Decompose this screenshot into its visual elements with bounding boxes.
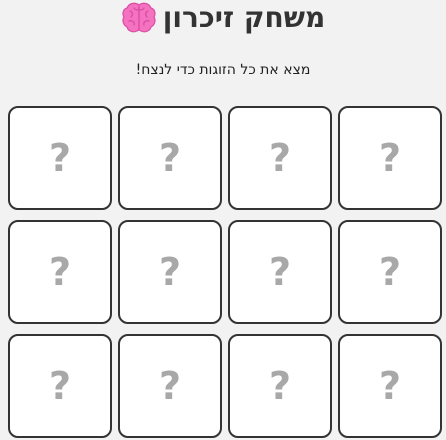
card-face: ? — [158, 364, 182, 408]
memory-card[interactable]: ? — [8, 106, 112, 210]
memory-game-page: משחק זיכרון מצא את כל הזוגות כדי לנצח! ?… — [0, 0, 446, 440]
memory-card[interactable]: ? — [118, 220, 222, 324]
card-face: ? — [378, 364, 402, 408]
card-face: ? — [268, 136, 292, 180]
memory-card[interactable]: ? — [118, 106, 222, 210]
card-face: ? — [378, 136, 402, 180]
card-face: ? — [48, 364, 72, 408]
card-face: ? — [48, 136, 72, 180]
card-face: ? — [48, 250, 72, 294]
card-face: ? — [268, 250, 292, 294]
card-face: ? — [378, 250, 402, 294]
instruction-text: מצא את כל הזוגות כדי לנצח! — [135, 62, 311, 78]
memory-card[interactable]: ? — [8, 220, 112, 324]
memory-card[interactable]: ? — [8, 334, 112, 438]
card-face: ? — [158, 136, 182, 180]
memory-card[interactable]: ? — [338, 106, 442, 210]
card-grid: ? ? ? ? ? ? ? ? ? ? ? ? — [8, 106, 442, 438]
memory-card[interactable]: ? — [228, 220, 332, 324]
memory-card[interactable]: ? — [118, 334, 222, 438]
memory-card[interactable]: ? — [228, 334, 332, 438]
page-title: משחק זיכרון — [162, 1, 326, 34]
memory-card[interactable]: ? — [228, 106, 332, 210]
card-face: ? — [158, 250, 182, 294]
memory-card[interactable]: ? — [338, 334, 442, 438]
card-face: ? — [268, 364, 292, 408]
memory-card[interactable]: ? — [338, 220, 442, 324]
brain-icon — [121, 1, 157, 35]
header: משחק זיכרון — [0, 0, 446, 36]
